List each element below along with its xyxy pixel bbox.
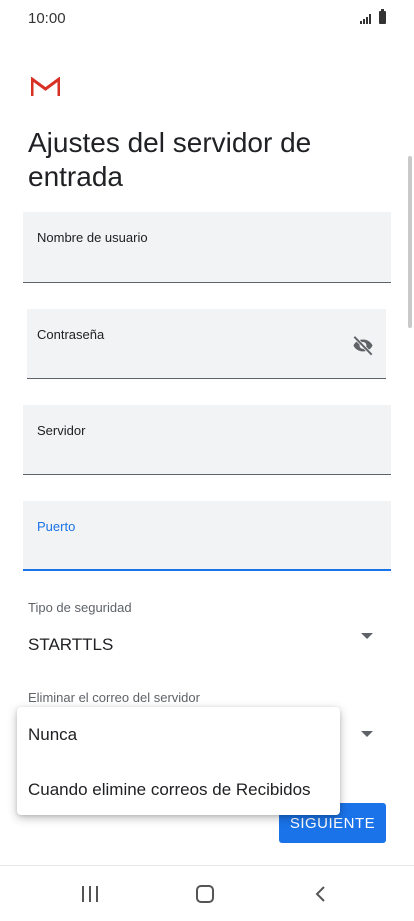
scrollbar-thumb[interactable] bbox=[408, 156, 412, 328]
recent-apps-icon[interactable] bbox=[82, 886, 98, 902]
security-type-label: Tipo de seguridad bbox=[28, 600, 132, 615]
username-label: Nombre de usuario bbox=[37, 230, 148, 245]
delete-mail-options-menu: Nunca Cuando elimine correos de Recibido… bbox=[17, 707, 340, 815]
username-field[interactable]: Nombre de usuario bbox=[23, 212, 391, 283]
port-field[interactable]: Puerto bbox=[23, 501, 391, 571]
page-title: Ajustes del servidor de entrada bbox=[28, 127, 312, 192]
menu-item-when-deleted-from-inbox[interactable]: Cuando elimine correos de Recibidos bbox=[28, 780, 311, 800]
navigation-bar bbox=[0, 865, 414, 921]
delete-mail-label: Eliminar el correo del servidor bbox=[28, 690, 200, 705]
scrollbar[interactable] bbox=[406, 60, 414, 780]
signal-icon bbox=[360, 14, 371, 24]
back-icon[interactable] bbox=[314, 885, 328, 903]
password-field[interactable]: Contraseña bbox=[27, 309, 386, 379]
status-bar: 10:00 bbox=[0, 0, 414, 40]
chevron-down-icon[interactable] bbox=[361, 633, 373, 639]
security-type-value[interactable]: STARTTLS bbox=[28, 635, 113, 655]
status-time: 10:00 bbox=[28, 10, 66, 27]
gmail-logo bbox=[31, 77, 60, 96]
battery-icon bbox=[379, 9, 386, 24]
server-field[interactable]: Servidor bbox=[23, 405, 391, 475]
home-icon[interactable] bbox=[196, 885, 214, 903]
server-label: Servidor bbox=[37, 423, 86, 438]
port-label: Puerto bbox=[37, 519, 76, 534]
visibility-off-icon[interactable] bbox=[350, 333, 376, 359]
password-label: Contraseña bbox=[37, 327, 105, 342]
chevron-down-icon[interactable] bbox=[361, 731, 373, 737]
menu-item-never[interactable]: Nunca bbox=[28, 725, 77, 745]
